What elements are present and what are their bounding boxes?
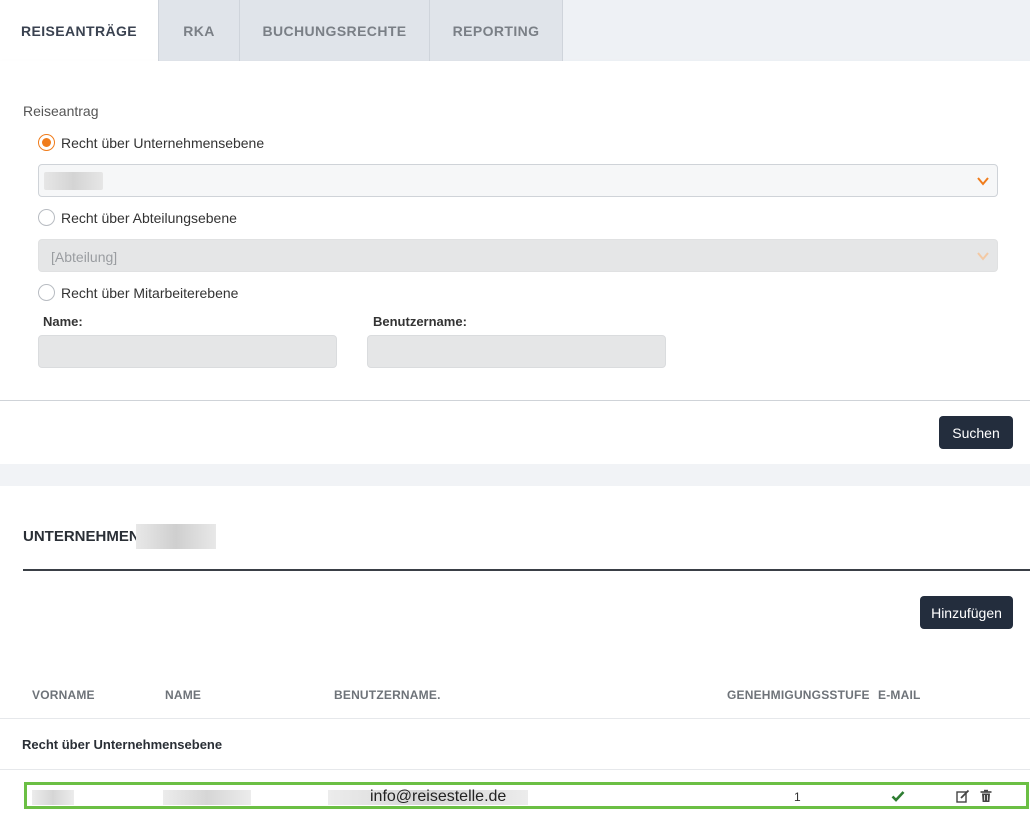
company-title: UNTERNEHMEN (23, 528, 140, 545)
tab-reporting[interactable]: REPORTING (430, 0, 563, 61)
column-header-genehmigungsstufe: GENEHMIGUNGSSTUFE (727, 688, 870, 702)
radio-department-label: Recht über Abteilungsebene (61, 209, 237, 226)
radio-employee-label: Recht über Mitarbeiterebene (61, 284, 239, 301)
name-label: Name: (43, 314, 83, 329)
radio-button[interactable] (38, 284, 55, 301)
column-header-benutzername: BENUTZERNAME. (334, 688, 441, 702)
divider (0, 400, 1030, 401)
redacted-company-name (136, 524, 216, 549)
radio-company-level[interactable]: Recht über Unternehmensebene (38, 134, 264, 151)
trash-icon[interactable] (979, 789, 993, 803)
chevron-down-icon (977, 252, 989, 261)
add-button[interactable]: Hinzufügen (920, 596, 1013, 629)
section-gap (0, 464, 1030, 486)
department-select[interactable]: [Abteilung] (38, 239, 998, 272)
search-panel: Reiseantrag Recht über Unternehmensebene… (0, 61, 1030, 464)
radio-department-level[interactable]: Recht über Abteilungsebene (38, 209, 237, 226)
username-label: Benutzername: (373, 314, 467, 329)
redacted-last-name (163, 790, 251, 805)
radio-button[interactable] (38, 209, 55, 226)
radio-company-label: Recht über Unternehmensebene (61, 134, 265, 151)
check-icon (891, 791, 905, 802)
section-rule (23, 569, 1030, 571)
radio-employee-level[interactable]: Recht über Mitarbeiterebene (38, 284, 238, 301)
tab-buchungsrechte[interactable]: BUCHUNGSRECHTE (240, 0, 430, 61)
header-rule (0, 718, 1030, 719)
tab-rka[interactable]: RKA (159, 0, 240, 61)
username-input[interactable] (367, 335, 666, 368)
redacted-first-name (32, 790, 74, 805)
edit-icon[interactable] (956, 789, 970, 803)
row-approval-level: 1 (794, 790, 801, 804)
search-button[interactable]: Suchen (939, 416, 1013, 449)
redacted-value (44, 172, 103, 190)
column-header-vorname: VORNAME (32, 688, 95, 702)
group-rule (0, 769, 1030, 770)
tab-reiseantraege[interactable]: REISEANTRÄGE (0, 0, 159, 61)
chevron-down-icon (977, 177, 989, 186)
section-label: Reiseantrag (23, 103, 99, 119)
column-header-email: E-MAIL (878, 688, 921, 702)
row-email: info@reisestelle.de (370, 788, 507, 805)
radio-button-checked[interactable] (38, 134, 55, 151)
table-row[interactable]: info@reisestelle.de 1 (24, 782, 1029, 809)
name-input[interactable] (38, 335, 337, 368)
department-placeholder: [Abteilung] (51, 249, 118, 265)
company-select[interactable] (38, 164, 998, 197)
tab-bar: REISEANTRÄGE RKA BUCHUNGSRECHTE REPORTIN… (0, 0, 1030, 61)
column-header-name: NAME (165, 688, 202, 702)
group-title: Recht über Unternehmensebene (22, 737, 223, 752)
